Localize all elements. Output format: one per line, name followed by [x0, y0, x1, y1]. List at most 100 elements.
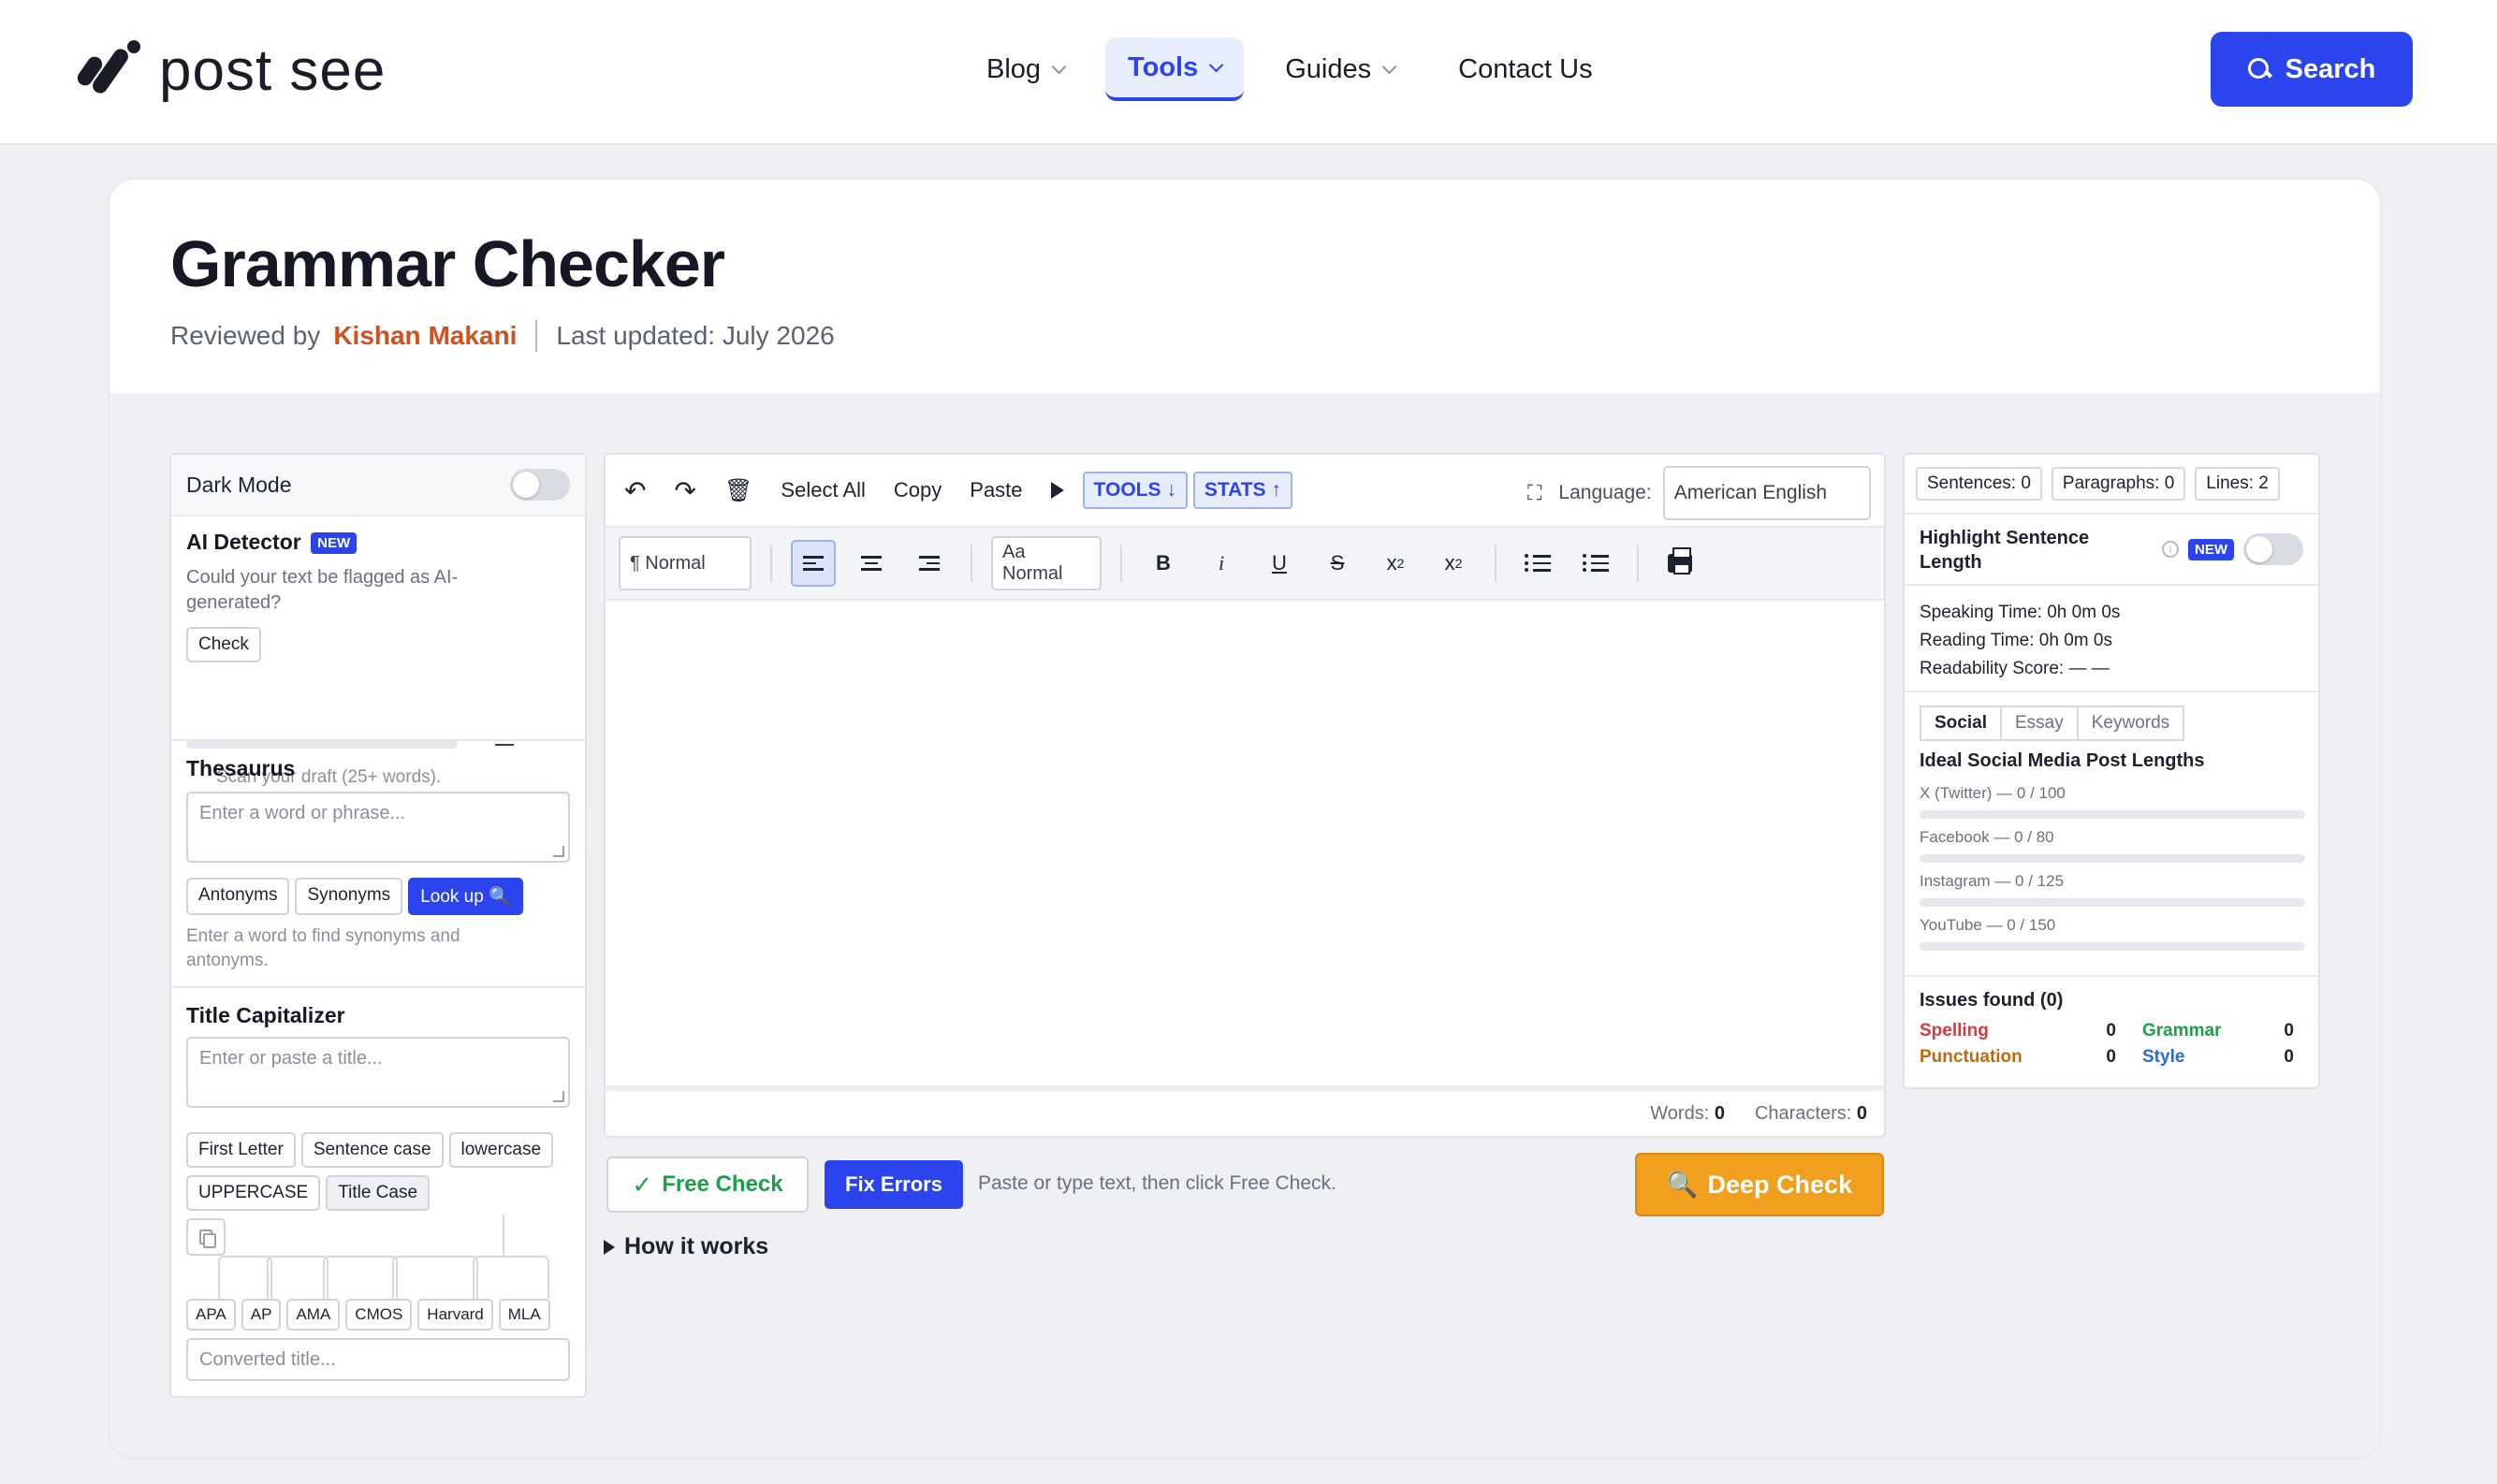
highlight-sentence-row: Highlight Sentence Length i NEW [1905, 515, 2318, 586]
time-stats: Speaking Time: 0h 0m 0s Reading Time: 0h… [1905, 586, 2318, 692]
ai-detector-section: AI Detector NEW Could your text be flagg… [171, 516, 585, 787]
redo-icon[interactable]: ↷ [674, 475, 695, 506]
info-icon[interactable]: i [2162, 541, 2179, 558]
search-icon [2247, 58, 2271, 80]
how-it-works-label: How it works [624, 1233, 769, 1259]
logo[interactable]: post see [74, 37, 387, 103]
deep-check-label: Deep Check [1707, 1170, 1853, 1199]
word-count: Words: 0 [1650, 1102, 1725, 1124]
strikethrough-icon[interactable]: S [1315, 540, 1360, 587]
character-count: Characters: 0 [1754, 1102, 1867, 1124]
text-editor: ↶ ↷ 🗑 Select All Copy Paste TOOLS ↓ STAT… [604, 453, 1886, 1138]
platform-instagram: Instagram — 0 / 125 [1920, 872, 2305, 907]
tab-essay[interactable]: Essay [1999, 706, 2079, 741]
style-ama-button[interactable]: AMA [286, 1299, 341, 1331]
print-icon[interactable] [1657, 540, 1702, 587]
checkmark-icon: ✓ [632, 1170, 653, 1199]
nav-item-blog[interactable]: Blog [964, 37, 1087, 101]
underline-icon[interactable]: U [1257, 540, 1302, 587]
dark-mode-toggle[interactable] [510, 469, 570, 501]
chevron-down-icon [1381, 59, 1397, 74]
grammar-label[interactable]: Grammar [2116, 1021, 2266, 1041]
toolbar-divider [1120, 545, 1122, 582]
bold-icon[interactable]: B [1141, 540, 1186, 587]
platform-progress-bar [1920, 942, 2305, 951]
case-sentence-button[interactable]: Sentence case [300, 1132, 444, 1168]
antonyms-button[interactable]: Antonyms [186, 878, 290, 915]
meta-divider [535, 320, 538, 352]
spelling-label[interactable]: Spelling [1920, 1021, 2088, 1041]
case-uppercase-button[interactable]: UPPERCASE [186, 1175, 321, 1211]
tab-keywords[interactable]: Keywords [2076, 706, 2185, 741]
case-title-button[interactable]: Title Case [326, 1175, 431, 1211]
style-apa-button[interactable]: APA [186, 1299, 236, 1331]
style-cmos-button[interactable]: CMOS [345, 1299, 413, 1331]
nav-item-contact[interactable]: Contact Us [1436, 37, 1614, 101]
how-it-works-toggle[interactable]: How it works [604, 1233, 768, 1260]
platform-label: YouTube — 0 / 150 [1920, 916, 2056, 934]
look-up-button[interactable]: Look up 🔍 [408, 878, 523, 915]
superscript-icon[interactable]: x2 [1431, 540, 1476, 587]
align-right-icon[interactable] [907, 540, 952, 587]
font-size-select[interactable]: Aa Normal [991, 536, 1102, 590]
title-input[interactable]: Enter or paste a title... [186, 1037, 570, 1108]
converted-title-output[interactable]: Converted title... [186, 1338, 570, 1381]
punctuation-label[interactable]: Punctuation [1920, 1047, 2088, 1068]
italic-icon[interactable]: i [1199, 540, 1244, 587]
tab-social[interactable]: Social [1920, 706, 2002, 741]
bullet-list-icon[interactable] [1573, 540, 1618, 587]
editor-toolbar-format: ¶ Normal Aa Normal B i U S x2 x2 [606, 526, 1884, 601]
language-select[interactable]: American English [1662, 466, 1871, 520]
ordered-list-icon[interactable] [1515, 540, 1560, 587]
paste-button[interactable]: Paste [970, 478, 1022, 502]
style-mla-button[interactable]: MLA [498, 1299, 550, 1331]
stats-toggle-button[interactable]: STATS ↑ [1192, 472, 1292, 509]
style-ap-button[interactable]: AP [241, 1299, 282, 1331]
copy-button[interactable]: Copy [894, 478, 942, 502]
style-harvard-button[interactable]: Harvard [417, 1299, 493, 1331]
search-button[interactable]: Search [2211, 32, 2413, 107]
author-link[interactable]: Kishan Makani [333, 321, 517, 351]
dark-mode-row: Dark Mode [171, 455, 585, 516]
thesaurus-input[interactable]: Enter a word or phrase... [186, 792, 570, 863]
title-capitalizer-title: Title Capitalizer [186, 1003, 345, 1027]
style-label[interactable]: Style [2116, 1047, 2266, 1068]
block-format-select[interactable]: ¶ Normal [619, 536, 752, 590]
toolbar-divider [1495, 545, 1497, 582]
synonyms-button[interactable]: Synonyms [295, 878, 403, 915]
platform-youtube: YouTube — 0 / 150 [1920, 916, 2305, 951]
top-navigation-bar: post see Blog Tools Guides Contact Us Se… [0, 0, 2497, 145]
trash-icon[interactable]: 🗑 [724, 477, 752, 504]
select-all-button[interactable]: Select All [781, 478, 866, 502]
tools-toggle-button[interactable]: TOOLS ↓ [1082, 472, 1188, 509]
editor-counts: Words: 0 Characters: 0 [606, 1085, 1884, 1136]
platform-progress-bar [1920, 854, 2305, 863]
nav-item-tools[interactable]: Tools [1105, 37, 1245, 101]
platform-x: X (Twitter) — 0 / 100 [1920, 784, 2305, 819]
speaking-time: Speaking Time: 0h 0m 0s [1920, 603, 2121, 622]
free-check-label: Free Check [662, 1171, 783, 1197]
deep-check-button[interactable]: 🔍 Deep Check [1635, 1153, 1884, 1216]
copy-icon[interactable] [186, 1218, 226, 1256]
case-first-letter-button[interactable]: First Letter [186, 1132, 296, 1168]
nav-item-guides[interactable]: Guides [1263, 37, 1417, 101]
ai-detector-title: AI Detector [186, 530, 301, 554]
brand-name: post see [159, 37, 387, 103]
editor-text-area[interactable] [606, 603, 1884, 1085]
align-left-icon[interactable] [791, 540, 836, 587]
readability-score: Readability Score: — — [1920, 659, 2110, 678]
highlight-sentence-toggle[interactable] [2243, 533, 2303, 565]
sentence-count: Sentences: 0 [1916, 467, 2042, 501]
case-lowercase-button[interactable]: lowercase [448, 1132, 554, 1168]
free-check-button[interactable]: ✓ Free Check [606, 1157, 809, 1213]
play-icon[interactable] [1050, 482, 1064, 499]
undo-icon[interactable]: ↶ [624, 475, 646, 506]
align-center-icon[interactable] [849, 540, 894, 587]
fix-errors-button[interactable]: Fix Errors [825, 1160, 963, 1209]
subscript-icon[interactable]: x2 [1373, 540, 1418, 587]
fullscreen-icon[interactable]: ⛶ [1527, 481, 1541, 505]
highlight-sentence-label: Highlight Sentence Length [1920, 528, 2090, 573]
logo-mark-icon [74, 40, 142, 98]
ai-check-button[interactable]: Check [186, 627, 261, 662]
grammar-count: 0 [2284, 1021, 2294, 1040]
